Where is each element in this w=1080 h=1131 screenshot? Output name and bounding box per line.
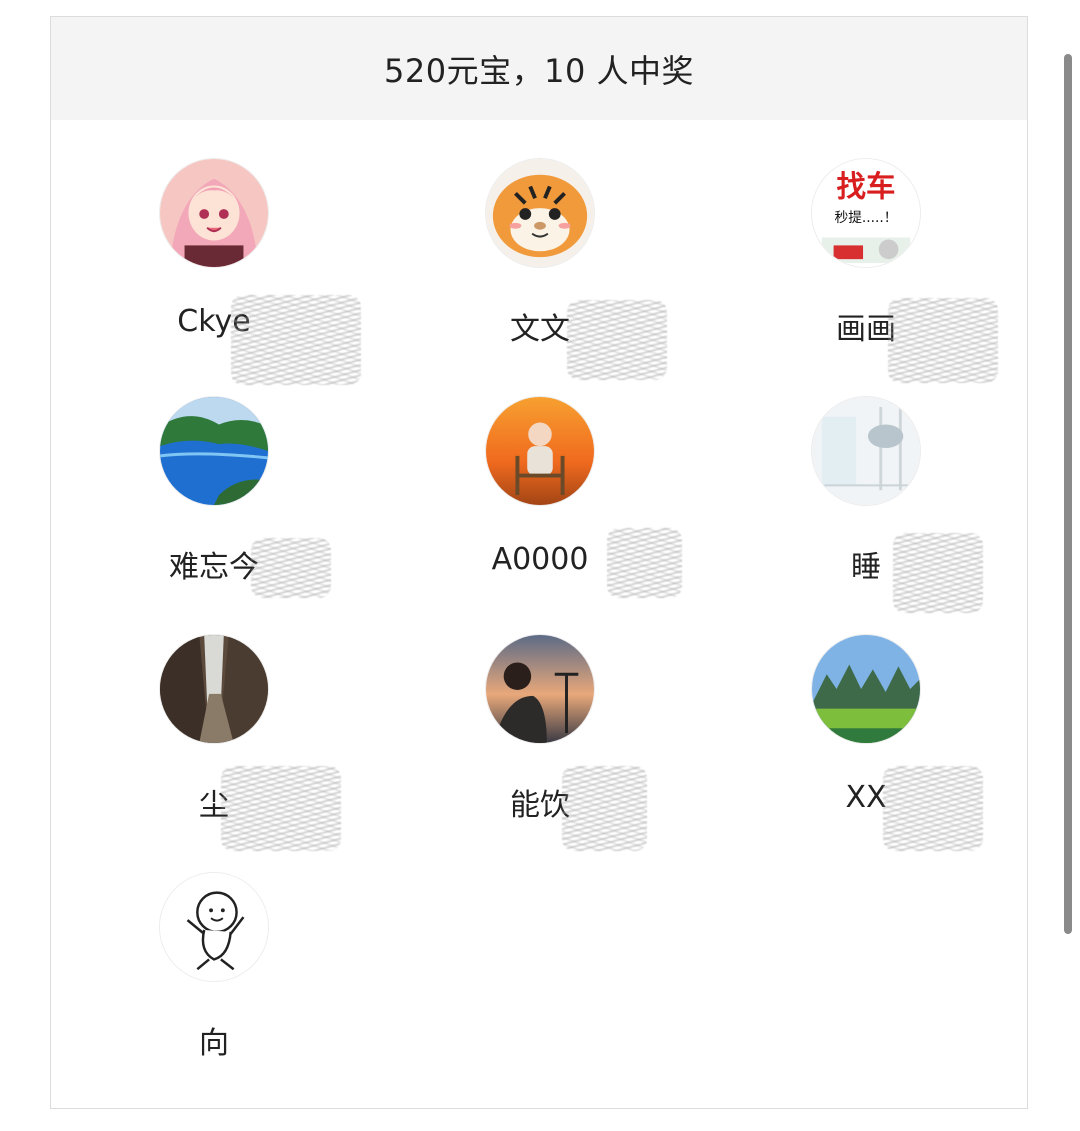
winner-name: Ckye	[177, 304, 251, 339]
winner-name: A0000	[491, 542, 589, 577]
winner-item[interactable]: 难忘今	[51, 358, 377, 598]
winner-name: 睡	[851, 550, 881, 585]
cartoon-doodle-avatar[interactable]	[159, 872, 269, 982]
winner-item[interactable]: 能饮	[377, 596, 703, 851]
redaction-scribble	[607, 528, 682, 598]
seaside-avatar[interactable]	[159, 396, 269, 506]
car-ad-avatar[interactable]: 找车 秒提.....！	[811, 158, 921, 268]
winner-name: 画画	[836, 312, 896, 347]
winner-name: 能饮	[510, 788, 570, 823]
scrollbar[interactable]	[1064, 54, 1072, 934]
winner-item[interactable]: Ckye	[51, 120, 377, 385]
sunset-baby-avatar[interactable]	[485, 396, 595, 506]
redaction-scribble	[883, 766, 983, 851]
winner-item[interactable]: 文文	[377, 120, 703, 380]
winner-name: XX	[845, 780, 887, 815]
winner-item[interactable]: 向	[51, 834, 377, 1072]
man-sunset-avatar[interactable]	[485, 634, 595, 744]
redaction-scribble	[562, 766, 647, 851]
car-ad-title: 找车	[837, 169, 896, 203]
anime-girl-avatar[interactable]	[159, 158, 269, 268]
redaction-scribble	[251, 538, 331, 598]
old-alley-avatar[interactable]	[159, 634, 269, 744]
winner-name: 尘	[199, 788, 229, 823]
winner-item[interactable]: XX	[703, 596, 1029, 851]
header-title: 520元宝，10 人中奖	[384, 51, 694, 90]
winner-item[interactable]: 尘	[51, 596, 377, 851]
winners-grid: Ckye 文文 找车 秒提.....！ 画画 难忘今 A0000 睡 尘 能饮 …	[51, 120, 1027, 1072]
winner-item[interactable]: A0000	[377, 358, 703, 598]
winners-panel: 520元宝，10 人中奖 Ckye 文文 找车 秒提.....！ 画画 难忘今 …	[50, 16, 1028, 1109]
winner-item[interactable]: 找车 秒提.....！ 画画	[703, 120, 1029, 383]
mountain-avatar[interactable]	[811, 634, 921, 744]
tiger-avatar[interactable]	[485, 158, 595, 268]
white-room-avatar[interactable]	[811, 396, 921, 506]
winner-name: 文文	[510, 312, 570, 347]
winner-item[interactable]: 睡	[703, 358, 1029, 613]
car-ad-subtitle: 秒提.....！	[834, 210, 897, 226]
winners-header: 520元宝，10 人中奖	[51, 17, 1027, 120]
winner-name: 难忘今	[169, 550, 259, 585]
winner-name: 向	[199, 1026, 229, 1061]
